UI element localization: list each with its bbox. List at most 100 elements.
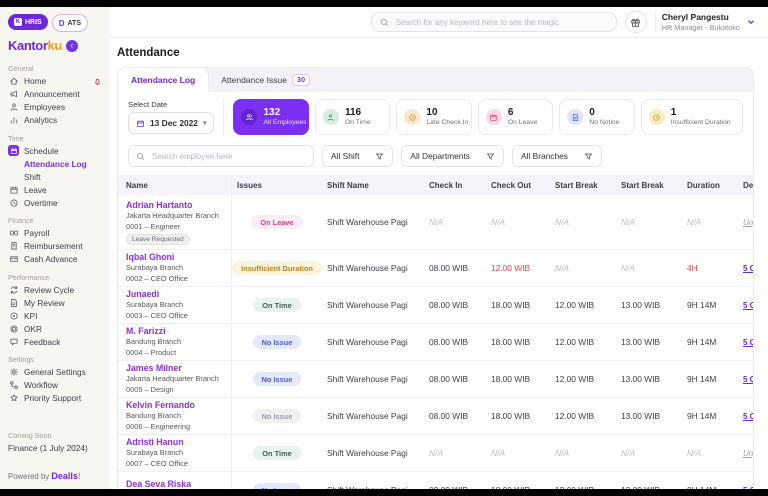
refresh-icon [9, 285, 19, 295]
description-link: Unpaid leave [743, 449, 753, 458]
card-icon [9, 254, 19, 264]
employee-name-link[interactable]: Kelvin Fernando [126, 399, 226, 411]
stat-value: 10 [426, 107, 468, 120]
hris-pill-button[interactable]: K HRIS [8, 14, 48, 30]
description-link[interactable]: 5 Checkpoints [743, 264, 753, 273]
table-row[interactable]: Adristi Hanun Surabaya Branch 0007 – CEO… [118, 435, 753, 472]
date-picker-button[interactable]: 13 Dec 2022 ▾ [128, 112, 214, 134]
cell-issues: No Issue [232, 409, 322, 423]
funnel-icon [375, 152, 384, 161]
cell-shift-name: Shift Warehouse Pagi [322, 263, 424, 273]
cell-check-out: 18.00 WIB [486, 485, 550, 489]
employee-search[interactable] [128, 145, 314, 167]
global-search-input[interactable] [394, 17, 608, 28]
table-row[interactable]: M. Farizzi Bandung Branch 0004 – Product… [118, 324, 753, 361]
sidebar-item-attendance-log[interactable]: Attendance Log [8, 158, 102, 171]
person-icon [326, 113, 335, 122]
hris-logo-icon: K [14, 18, 22, 26]
filter-all-branches[interactable]: All Branches [512, 145, 602, 167]
sidebar-collapse-button[interactable]: ‹ [66, 40, 78, 52]
cell-issues: No Issue [232, 335, 322, 349]
ats-pill-button[interactable]: D ATS [52, 14, 88, 32]
sidebar-item-okr[interactable]: OKR [8, 323, 102, 336]
employee-name-link[interactable]: Dea Seva Riska [126, 478, 226, 489]
sidebar-item-shift[interactable]: Shift [8, 171, 102, 184]
funnel-icon [584, 152, 593, 161]
cell-check-in: N/A [424, 217, 486, 227]
employee-name-link[interactable]: Iqbal Ghoni [126, 251, 226, 263]
cell-name: Junaedi Surabaya Branch 0003 – CEO Offic… [118, 287, 232, 323]
table-row[interactable]: Junaedi Surabaya Branch 0003 – CEO Offic… [118, 287, 753, 324]
calendar-icon [486, 109, 502, 125]
table-row[interactable]: Iqbal Ghoni Surabaya Branch 0002 – CEO O… [118, 250, 753, 287]
stat-card-insufficient-duration[interactable]: 1 Insufficient Duration [641, 99, 743, 135]
employee-name-link[interactable]: James Milner [126, 362, 226, 374]
tab-attendance-issue-label: Attendance Issue [221, 75, 287, 85]
doc-icon [567, 109, 583, 125]
stat-card-late-check-in[interactable]: 10 Late Check In [396, 99, 471, 135]
employee-name-link[interactable]: M. Farizzi [126, 325, 226, 337]
sidebar-item-general-settings[interactable]: General Settings [8, 366, 102, 379]
table-row[interactable]: James Milner Jakarta Headquarter Branch … [118, 361, 753, 398]
description-link[interactable]: 5 Checkpoints [743, 375, 753, 384]
sidebar-item-review-cycle[interactable]: Review Cycle [8, 284, 102, 297]
cell-start-break: 12.00 WIB [550, 411, 616, 421]
sidebar-item-cash-advance[interactable]: Cash Advance [8, 253, 102, 266]
chevron-down-icon: ▾ [203, 119, 207, 127]
sidebar-item-home[interactable]: Home [8, 75, 102, 88]
sidebar-item-leave[interactable]: Leave [8, 184, 102, 197]
cell-name: M. Farizzi Bandung Branch 0004 – Product [118, 324, 232, 360]
cell-description: Unpaid leave [738, 448, 753, 458]
table-row[interactable]: Kelvin Fernando Bandung Branch 0006 – En… [118, 398, 753, 435]
sidebar-item-announcement[interactable]: Announcement [8, 88, 102, 101]
cell-end-break: 13.00 WIB [616, 485, 682, 489]
issue-badge: No Issue [253, 483, 302, 489]
table-row[interactable]: Adrian Hartanto Jakarta Headquarter Bran… [118, 195, 753, 250]
stat-card-on-leave[interactable]: 6 On Leave [478, 99, 553, 135]
employee-name-link[interactable]: Junaedi [126, 288, 226, 300]
stat-label: Insufficient Duration [671, 119, 731, 127]
description-link[interactable]: 5 Checkpoints [743, 412, 753, 421]
cell-check-in: 08.00 WIB [424, 374, 486, 384]
sidebar-item-kpi[interactable]: KPI [8, 310, 102, 323]
rewards-button[interactable] [625, 11, 647, 33]
sidebar-item-employees[interactable]: Employees [8, 101, 102, 114]
cell-shift-name: Shift Warehouse Pagi [322, 448, 424, 458]
sidebar-item-feedback[interactable]: Feedback [8, 336, 102, 349]
sidebar-group-items: Schedule Attendance Log Shift Leave Over… [8, 145, 102, 210]
dealls-logo-mark: ! [78, 471, 81, 481]
description-link[interactable]: 5 Checkpoints [743, 486, 753, 489]
stat-value: 132 [263, 107, 306, 120]
calendar-icon [136, 119, 145, 128]
sidebar-item-my-review[interactable]: My Review [8, 297, 102, 310]
employee-search-input[interactable] [150, 151, 306, 162]
sidebar-item-overtime[interactable]: Overtime [8, 197, 102, 210]
employee-role: 0002 – CEO Office [126, 274, 226, 285]
stat-card-all-employees[interactable]: 132 All Employees [233, 99, 308, 135]
sidebar-item-workflow[interactable]: Workflow [8, 379, 102, 392]
tab-attendance-log[interactable]: Attendance Log [118, 68, 208, 92]
filter-all-departments[interactable]: All Departments [401, 145, 504, 167]
sidebar-item-schedule[interactable]: Schedule [8, 145, 102, 158]
sidebar-item-payroll[interactable]: Payroll [8, 227, 102, 240]
cell-start-break: N/A [550, 217, 616, 227]
sidebar-item-priority-support[interactable]: Priority Support [8, 392, 102, 405]
stat-card-on-time[interactable]: 116 On Time [315, 99, 390, 135]
user-menu[interactable]: Cheryl Pangestu HR Manager - Bukatoko [655, 12, 756, 33]
logo-text-accent: ku [48, 38, 62, 53]
filter-all-shift[interactable]: All Shift [322, 145, 393, 167]
receipt-icon [9, 241, 19, 251]
sidebar-item-reimbursement[interactable]: Reimbursement [8, 240, 102, 253]
stat-value: 116 [345, 107, 371, 120]
description-link[interactable]: 5 Checkpoints [743, 301, 753, 310]
stat-card-no-notice[interactable]: 0 No Notice [559, 99, 634, 135]
employee-name-link[interactable]: Adristi Hanun [126, 436, 226, 448]
sidebar-group: Settings General Settings Workflow Prior… [8, 355, 102, 405]
description-link[interactable]: 5 Checkpoints [743, 338, 753, 347]
page-content: Attendance Attendance Log Attendance Iss… [110, 38, 768, 489]
table-row[interactable]: Dea Seva Riska Bandung Branch No Issue S… [118, 472, 753, 489]
tab-attendance-issue[interactable]: Attendance Issue 30 [208, 68, 323, 92]
employee-name-link[interactable]: Adrian Hartanto [126, 199, 226, 211]
sidebar-item-analytics[interactable]: Analytics [8, 114, 102, 127]
global-search[interactable] [371, 12, 617, 32]
